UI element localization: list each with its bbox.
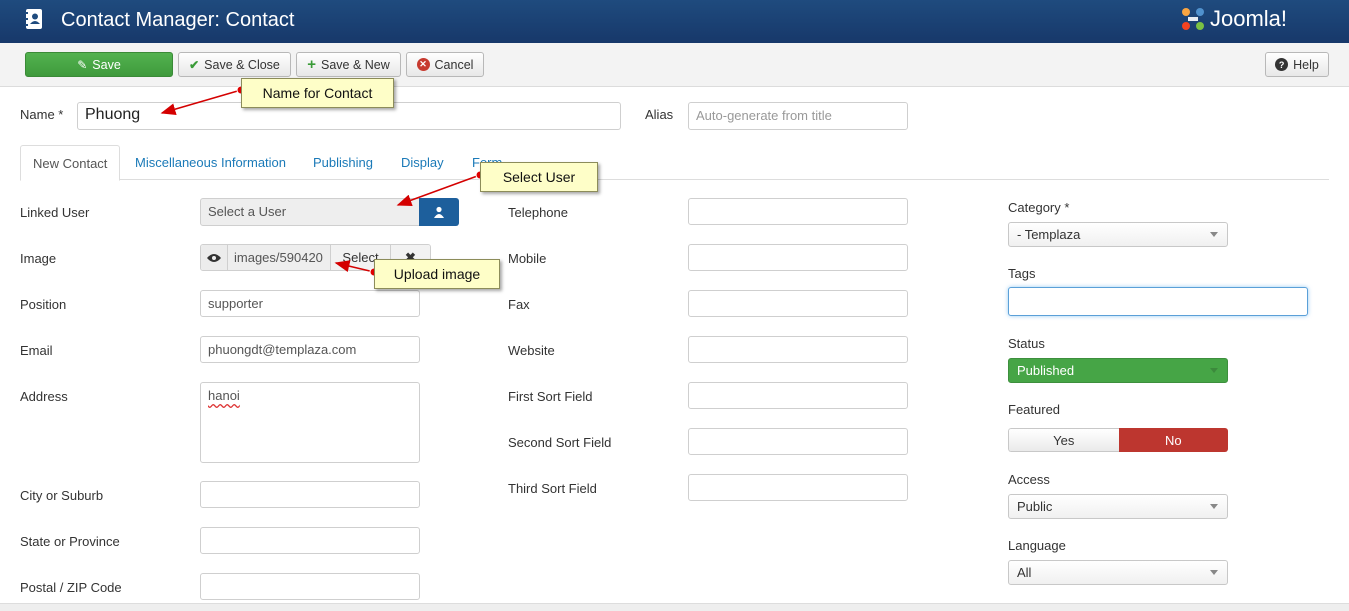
- chevron-down-icon: [1210, 368, 1218, 373]
- language-select[interactable]: All: [1008, 560, 1228, 585]
- status-value: Published: [1017, 363, 1075, 378]
- callout-user: Select User: [480, 162, 598, 192]
- alias-input[interactable]: Auto-generate from title: [688, 102, 908, 130]
- email-input[interactable]: phuongdt@templaza.com: [200, 336, 420, 363]
- chevron-down-icon: [1210, 570, 1218, 575]
- select-user-button[interactable]: [419, 198, 459, 226]
- second-sort-label: Second Sort Field: [508, 435, 612, 450]
- edit-icon: ✎: [77, 57, 88, 72]
- featured-toggle: Yes No: [1008, 428, 1228, 452]
- fax-input[interactable]: [688, 290, 908, 317]
- joomla-logo-text: Joomla!: [1210, 6, 1288, 31]
- page-bottom-edge: [0, 603, 1349, 611]
- chevron-down-icon: [1210, 504, 1218, 509]
- tab-miscellaneous[interactable]: Miscellaneous Information: [123, 145, 298, 180]
- language-label: Language: [1008, 538, 1066, 553]
- save-close-label: Save & Close: [204, 57, 280, 72]
- position-input[interactable]: supporter: [200, 290, 420, 317]
- image-label: Image: [20, 251, 57, 266]
- mobile-label: Mobile: [508, 251, 547, 266]
- joomla-logo-icon: [1182, 8, 1204, 30]
- third-sort-input[interactable]: [688, 474, 908, 501]
- question-icon: ?: [1275, 58, 1289, 71]
- state-label: State or Province: [20, 534, 120, 549]
- city-input[interactable]: [200, 481, 420, 508]
- featured-label: Featured: [1008, 402, 1061, 417]
- state-input[interactable]: [200, 527, 420, 554]
- tab-publishing[interactable]: Publishing: [301, 145, 385, 180]
- category-value: - Templaza: [1017, 227, 1081, 242]
- tags-label: Tags: [1008, 266, 1036, 281]
- first-sort-label: First Sort Field: [508, 389, 593, 404]
- website-input[interactable]: [688, 336, 908, 363]
- cancel-icon: ✕: [416, 58, 430, 71]
- tags-input[interactable]: [1008, 287, 1308, 316]
- access-value: Public: [1017, 499, 1053, 514]
- user-icon: [434, 206, 444, 218]
- second-sort-input[interactable]: [688, 428, 908, 455]
- featured-yes-button[interactable]: Yes: [1008, 428, 1119, 452]
- page-title: Contact Manager: Contact: [61, 9, 295, 31]
- alias-label: Alias: [645, 107, 674, 122]
- cancel-label: Cancel: [434, 57, 474, 72]
- linked-user-label: Linked User: [20, 205, 90, 220]
- save-new-label: Save & New: [320, 57, 390, 72]
- postal-input[interactable]: [200, 573, 420, 600]
- status-select[interactable]: Published: [1008, 358, 1228, 383]
- language-value: All: [1017, 565, 1032, 580]
- callout-name: Name for Contact: [241, 78, 394, 108]
- header-bar: Contact Manager: Contact Joomla!: [0, 0, 1349, 43]
- check-icon: ✔: [189, 57, 200, 72]
- telephone-label: Telephone: [508, 205, 568, 220]
- image-path-field: images/590420: [228, 245, 330, 270]
- telephone-input[interactable]: [688, 198, 908, 225]
- joomla-logo: Joomla!: [1180, 3, 1287, 35]
- save-label: Save: [92, 57, 121, 72]
- city-label: City or Suburb: [20, 488, 104, 503]
- mobile-input[interactable]: [688, 244, 908, 271]
- tab-new-contact[interactable]: New Contact: [20, 145, 121, 181]
- plus-icon: +: [307, 56, 316, 73]
- status-label: Status: [1008, 336, 1045, 351]
- name-label: Name *: [20, 107, 64, 122]
- contact-book-icon: [25, 9, 42, 29]
- address-label: Address: [20, 389, 68, 404]
- eye-icon[interactable]: [201, 245, 228, 270]
- save-new-button[interactable]: + Save & New: [296, 52, 401, 77]
- address-textarea[interactable]: hanoi: [200, 382, 420, 463]
- cancel-button[interactable]: ✕ Cancel: [406, 52, 484, 77]
- toolbar: ✎ Save ✔ Save & Close + Save & New ✕ Can…: [0, 43, 1349, 87]
- postal-label: Postal / ZIP Code: [20, 580, 122, 595]
- third-sort-label: Third Sort Field: [508, 481, 597, 496]
- chevron-down-icon: [1210, 232, 1218, 237]
- email-label: Email: [20, 343, 53, 358]
- callout-image: Upload image: [374, 259, 500, 289]
- category-label: Category *: [1008, 200, 1070, 215]
- save-button[interactable]: ✎ Save: [25, 52, 173, 77]
- tab-bar: New Contact Miscellaneous Information Pu…: [20, 145, 1329, 181]
- help-label: Help: [1293, 57, 1319, 72]
- linked-user-field[interactable]: Select a User: [200, 198, 420, 226]
- category-select[interactable]: - Templaza: [1008, 222, 1228, 247]
- access-select[interactable]: Public: [1008, 494, 1228, 519]
- save-close-button[interactable]: ✔ Save & Close: [178, 52, 291, 77]
- tab-display[interactable]: Display: [389, 145, 456, 180]
- access-label: Access: [1008, 472, 1050, 487]
- position-label: Position: [20, 297, 67, 312]
- first-sort-input[interactable]: [688, 382, 908, 409]
- fax-label: Fax: [508, 297, 530, 312]
- website-label: Website: [508, 343, 555, 358]
- featured-no-button[interactable]: No: [1118, 428, 1228, 452]
- help-button[interactable]: ? Help: [1265, 52, 1329, 77]
